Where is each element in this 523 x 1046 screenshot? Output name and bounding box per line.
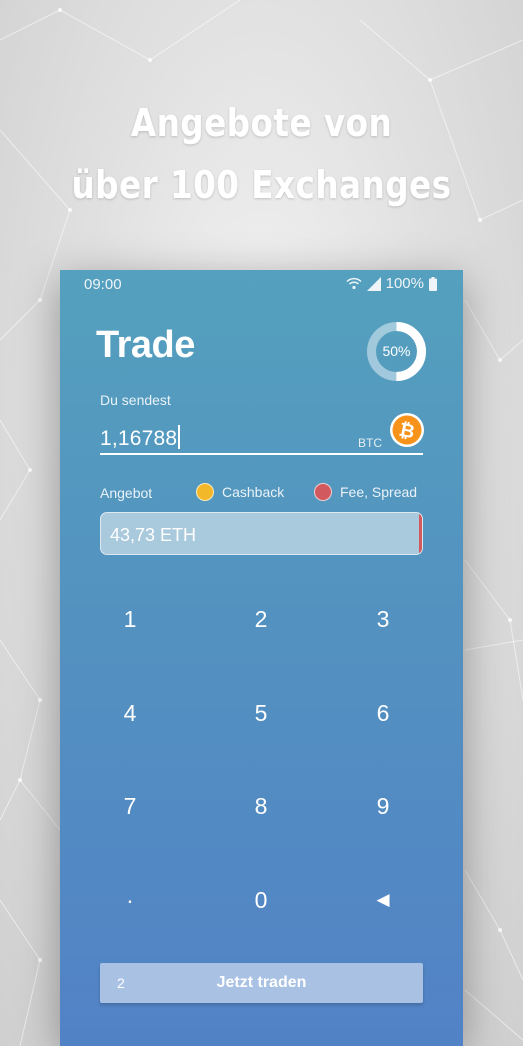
status-bar: 09:00 100% [60,270,463,300]
send-currency-code: BTC [358,436,382,450]
status-icons: 100% [346,275,437,292]
headline-line-1: Angebote von [130,101,393,145]
offer-value: 43,73 ETH [110,525,197,545]
key-9[interactable]: 9 [343,776,423,836]
wifi-icon [346,277,362,290]
trade-now-button[interactable]: 2 Jetzt traden [100,963,423,1003]
offer-field[interactable]: 43,73 ETH [100,512,423,555]
key-7[interactable]: 7 [90,776,170,836]
bitcoin-icon[interactable]: ₿ [389,412,425,448]
send-amount-input[interactable]: 1,16788 [100,425,181,451]
text-cursor [178,425,181,449]
key-8[interactable]: 8 [221,776,301,836]
legend-cashback: Cashback [196,483,284,501]
trade-button-label: Jetzt traden [216,974,307,991]
send-amount-underline [100,453,423,455]
legend-cashback-label: Cashback [222,484,285,500]
key-5[interactable]: 5 [221,683,301,743]
send-amount-value: 1,16788 [100,427,178,450]
battery-icon [429,276,437,291]
key-6[interactable]: 6 [343,683,423,743]
legend-fee-label: Fee, Spread [340,484,418,500]
key-3[interactable]: 3 [343,589,423,649]
cell-signal-icon [366,276,381,291]
fee-dot-icon [314,483,332,501]
phone-screen: 09:00 100% Trade 50% Du sendest 1,16788 … [60,270,463,1046]
offer-label: Angebot [100,485,153,501]
key-4[interactable]: 4 [90,683,170,743]
promo-headline: Angebote von über 100 Exchanges [37,92,487,216]
send-label: Du sendest [100,392,171,408]
cashback-dot-icon [196,483,214,501]
key-decimal[interactable]: · [90,870,170,930]
key-0[interactable]: 0 [221,870,301,930]
backspace-icon[interactable]: ◀ [343,870,423,930]
key-1[interactable]: 1 [90,589,170,649]
fee-indicator-strip [419,513,422,554]
progress-label: 50% [382,343,411,359]
key-2[interactable]: 2 [221,589,301,649]
legend-fee-spread: Fee, Spread [314,483,417,501]
page-title: Trade [96,324,195,366]
status-time: 09:00 [84,276,122,293]
battery-level: 100% [385,275,424,292]
headline-line-2: über 100 Exchanges [71,163,452,207]
